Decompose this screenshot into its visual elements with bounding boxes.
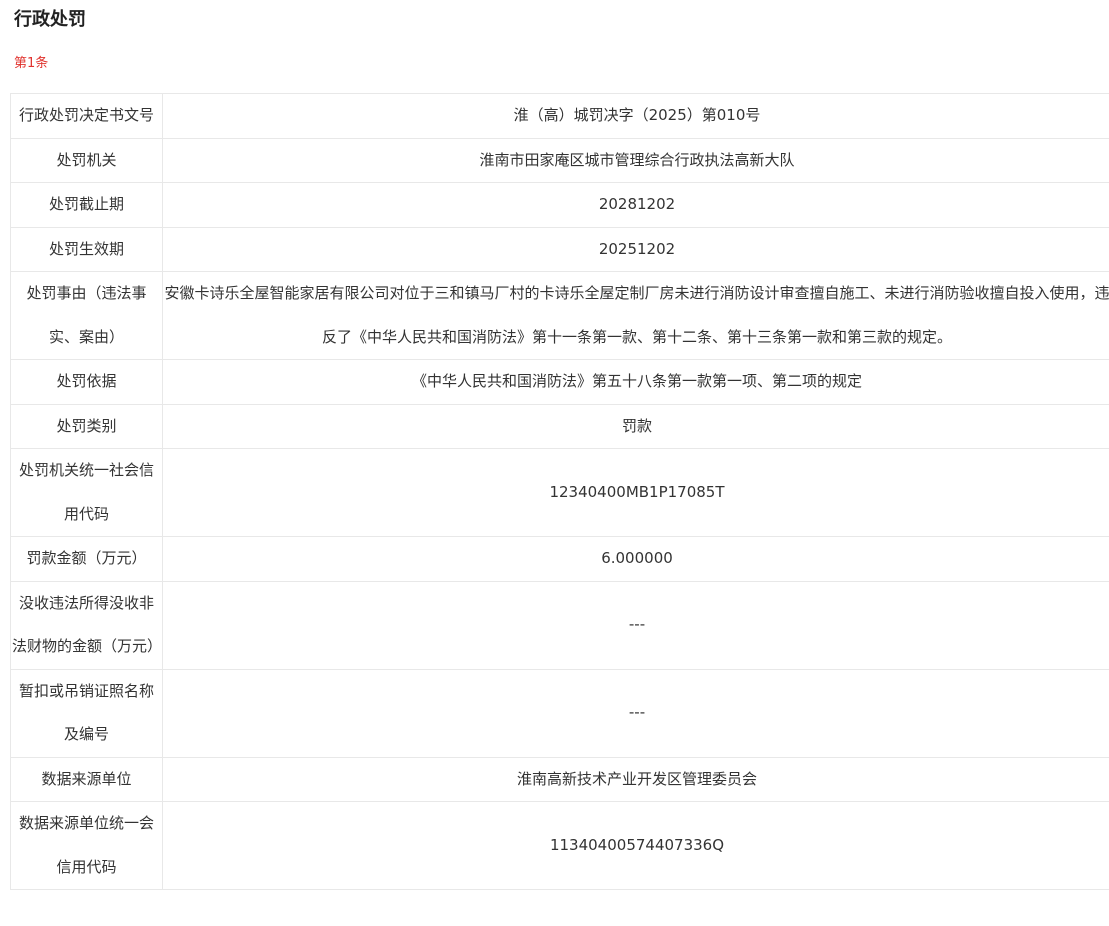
row-value: --- <box>162 580 1109 670</box>
row-value: 淮南市田家庵区城市管理综合行政执法高新大队 <box>162 137 1109 183</box>
table-row-confiscation-amount: 没收违法所得没收非法财物的金额（万元） --- <box>10 580 1109 670</box>
table-row-reason: 处罚事由（违法事实、案由） 安徽卡诗乐全屋智能家居有限公司对位于三和镇马厂村的卡… <box>10 271 1109 360</box>
row-value: 12340400MB1P17085T <box>162 448 1109 537</box>
row-value: 罚款 <box>162 403 1109 449</box>
row-value: 6.000000 <box>162 536 1109 582</box>
table-row-basis: 处罚依据 《中华人民共和国消防法》第五十八条第一款第一项、第二项的规定 <box>10 359 1109 405</box>
page: 行政处罚 第1条 行政处罚决定书文号 淮（高）城罚决字（2025）第010号 处… <box>0 0 1109 926</box>
row-value: 淮南高新技术产业开发区管理委员会 <box>162 756 1109 802</box>
row-value: 《中华人民共和国消防法》第五十八条第一款第一项、第二项的规定 <box>162 359 1109 405</box>
table-row-data-source: 数据来源单位 淮南高新技术产业开发区管理委员会 <box>10 756 1109 802</box>
row-label: 处罚机关 <box>10 137 163 183</box>
penalty-info-table: 行政处罚决定书文号 淮（高）城罚决字（2025）第010号 处罚机关 淮南市田家… <box>10 93 1109 890</box>
row-label: 处罚依据 <box>10 359 163 405</box>
table-row-authority: 处罚机关 淮南市田家庵区城市管理综合行政执法高新大队 <box>10 137 1109 183</box>
row-label: 暂扣或吊销证照名称及编号 <box>10 668 163 758</box>
table-row-end-date: 处罚截止期 20281202 <box>10 182 1109 228</box>
row-label: 处罚机关统一社会信用代码 <box>10 448 163 537</box>
row-value: 安徽卡诗乐全屋智能家居有限公司对位于三和镇马厂村的卡诗乐全屋定制厂房未进行消防设… <box>162 271 1109 360</box>
table-row-data-source-credit-code: 数据来源单位统一会信用代码 11340400574407336Q <box>10 801 1109 890</box>
row-label: 数据来源单位统一会信用代码 <box>10 801 163 890</box>
table-row-fine-amount: 罚款金额（万元） 6.000000 <box>10 536 1109 582</box>
row-label: 处罚截止期 <box>10 182 163 228</box>
row-value: 11340400574407336Q <box>162 801 1109 890</box>
row-label: 数据来源单位 <box>10 756 163 802</box>
row-label: 没收违法所得没收非法财物的金额（万元） <box>10 580 163 670</box>
page-title: 行政处罚 <box>14 9 86 30</box>
row-label: 处罚类别 <box>10 403 163 449</box>
row-label: 罚款金额（万元） <box>10 536 163 582</box>
row-value: 淮（高）城罚决字（2025）第010号 <box>162 93 1109 139</box>
row-label: 处罚事由（违法事实、案由） <box>10 271 163 360</box>
row-value: 20251202 <box>162 226 1109 272</box>
table-row-category: 处罚类别 罚款 <box>10 403 1109 449</box>
table-row-decision-number: 行政处罚决定书文号 淮（高）城罚决字（2025）第010号 <box>10 93 1109 139</box>
table-row-effective-date: 处罚生效期 20251202 <box>10 226 1109 272</box>
row-label: 处罚生效期 <box>10 226 163 272</box>
row-label: 行政处罚决定书文号 <box>10 93 163 139</box>
table-row-authority-credit-code: 处罚机关统一社会信用代码 12340400MB1P17085T <box>10 448 1109 537</box>
row-value: --- <box>162 668 1109 758</box>
table-row-license-revocation: 暂扣或吊销证照名称及编号 --- <box>10 668 1109 758</box>
record-index: 第1条 <box>14 56 49 71</box>
row-value: 20281202 <box>162 182 1109 228</box>
